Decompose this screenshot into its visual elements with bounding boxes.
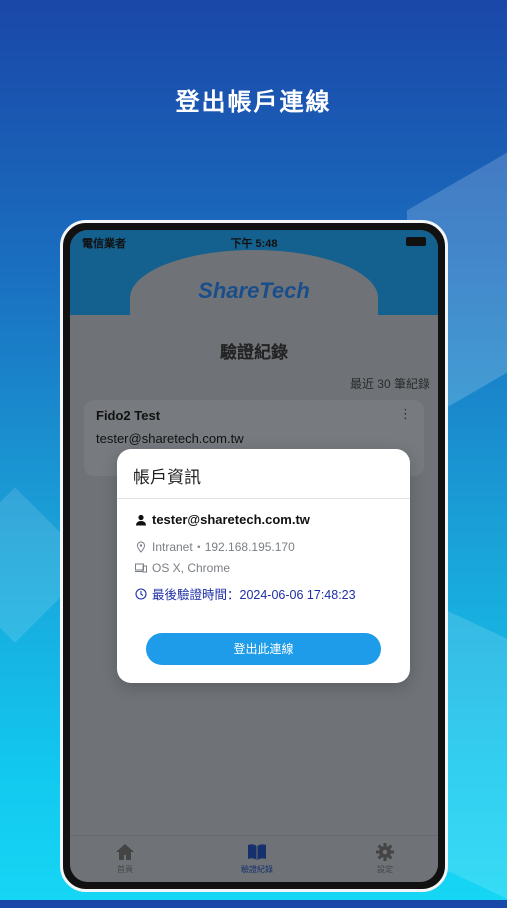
tab-settings[interactable]: 設定 xyxy=(355,842,415,875)
page-title: 驗證紀錄 xyxy=(220,343,288,362)
app-screen: ShareTech 電信業者 下午 5:48 驗證紀錄 最近 30 筆紀錄 Fi… xyxy=(70,230,438,882)
status-bar: 電信業者 下午 5:48 xyxy=(70,230,438,252)
last-verified-row: 最後驗證時間：2024-06-06 17:48:23 xyxy=(135,584,356,603)
location-pin-icon xyxy=(136,540,146,553)
user-row: tester@sharetech.com.tw xyxy=(135,512,310,527)
logout-connection-button[interactable]: 登出此連線 xyxy=(146,633,381,665)
promo-headline: 登出帳戶連線 xyxy=(175,89,332,116)
user-icon xyxy=(136,514,146,525)
more-options-icon[interactable]: ⋮ xyxy=(399,406,412,422)
tab-bar: 首頁 驗證紀錄 設定 xyxy=(70,835,438,882)
recent-records-label: 最近 30 筆紀錄 xyxy=(349,377,430,391)
dialog-divider xyxy=(117,498,410,499)
device-frame: ShareTech 電信業者 下午 5:48 驗證紀錄 最近 30 筆紀錄 Fi… xyxy=(60,220,448,892)
book-icon xyxy=(248,844,266,860)
tab-home-label: 首頁 xyxy=(117,865,133,874)
tab-settings-label: 設定 xyxy=(377,865,393,874)
record-card-email: tester@sharetech.com.tw xyxy=(96,431,244,446)
device-row: OS X, Chrome xyxy=(135,561,230,575)
sharetech-logo: ShareTech xyxy=(198,278,310,303)
user-email: tester@sharetech.com.tw xyxy=(152,512,310,527)
tab-home[interactable]: 首頁 xyxy=(95,842,155,875)
record-card-title: Fido2 Test xyxy=(96,408,161,423)
account-info-dialog: 帳戶資訊 tester@sharetech.com.tw Intranet・19… xyxy=(117,449,410,683)
clock-icon xyxy=(135,587,147,600)
devices-icon xyxy=(135,563,147,573)
gear-icon xyxy=(376,843,394,861)
last-verified-time: 最後驗證時間：2024-06-06 17:48:23 xyxy=(152,588,356,602)
tab-records[interactable]: 驗證紀錄 xyxy=(227,842,287,875)
dialog-title: 帳戶資訊 xyxy=(133,468,201,487)
status-time: 下午 5:48 xyxy=(230,238,278,250)
network-row: Intranet・192.168.195.170 xyxy=(135,538,295,555)
network-address: Intranet・192.168.195.170 xyxy=(152,540,295,554)
battery-icon xyxy=(406,237,426,246)
home-icon xyxy=(116,844,134,860)
tab-records-label: 驗證紀錄 xyxy=(241,865,273,874)
os-browser: OS X, Chrome xyxy=(152,561,231,575)
